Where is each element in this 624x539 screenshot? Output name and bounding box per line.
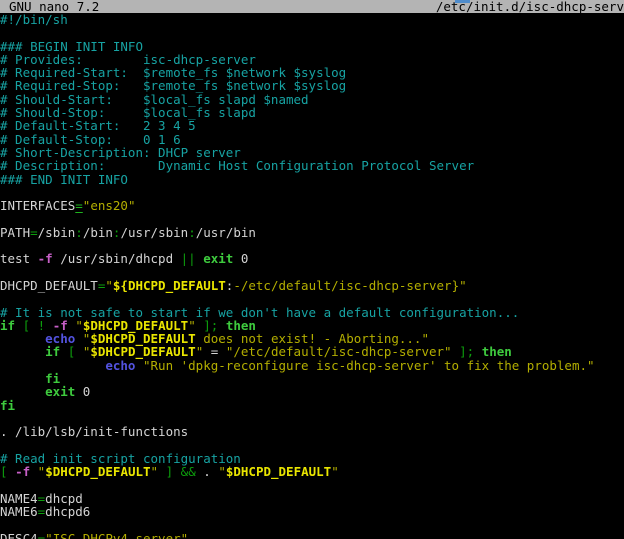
editor-line[interactable]: DESC4="ISC DHCPv4 server"	[0, 532, 624, 539]
editor-line[interactable]: # Required-Stop: $remote_fs $network $sy…	[0, 79, 624, 92]
editor-line[interactable]: [ -f "$DHCPD_DEFAULT" ] && . "$DHCPD_DEF…	[0, 465, 624, 478]
editor-line[interactable]	[0, 518, 624, 531]
editor-line[interactable]: # It is not safe to start if we don't ha…	[0, 306, 624, 319]
editor-line[interactable]	[0, 266, 624, 279]
editor-line[interactable]: if [ "$DHCPD_DEFAULT" = "/etc/default/is…	[0, 345, 624, 358]
editor-line[interactable]: test -f /usr/sbin/dhcpd || exit 0	[0, 252, 624, 265]
editor-line[interactable]: PATH=/sbin:/bin:/usr/sbin:/usr/bin	[0, 226, 624, 239]
editor-screen[interactable]: #!/bin/sh ### BEGIN INIT INFO# Provides: …	[0, 13, 624, 539]
editor-line[interactable]: # Should-Stop: $local_fs slapd	[0, 106, 624, 119]
editor-line[interactable]	[0, 26, 624, 39]
editor-line[interactable]: echo "Run 'dpkg-reconfigure isc-dhcp-ser…	[0, 359, 624, 372]
editor-line[interactable]	[0, 292, 624, 305]
editor-line[interactable]: # Should-Start: $local_fs slapd $named	[0, 93, 624, 106]
editor-line[interactable]	[0, 478, 624, 491]
editor-line[interactable]	[0, 439, 624, 452]
editor-line[interactable]: if [ ! -f "$DHCPD_DEFAULT" ]; then	[0, 319, 624, 332]
nano-version-label: GNU nano 7.2	[0, 0, 99, 13]
editor-line[interactable]: # Short-Description: DHCP server	[0, 146, 624, 159]
editor-line[interactable]: #!/bin/sh	[0, 13, 624, 26]
editor-line[interactable]: # Required-Start: $remote_fs $network $s…	[0, 66, 624, 79]
nano-editor-window: GNU nano 7.2 /etc/init.d/isc-dhcp-serv #…	[0, 0, 624, 539]
editor-line[interactable]: NAME4=dhcpd	[0, 492, 624, 505]
editor-line[interactable]: NAME6=dhcpd6	[0, 505, 624, 518]
editor-line[interactable]	[0, 186, 624, 199]
editor-line[interactable]: # Provides: isc-dhcp-server	[0, 53, 624, 66]
editor-line[interactable]: exit 0	[0, 385, 624, 398]
editor-line[interactable]: echo "$DHCPD_DEFAULT does not exist! - A…	[0, 332, 624, 345]
editor-line[interactable]: # Default-Stop: 0 1 6	[0, 133, 624, 146]
editor-line[interactable]: DHCPD_DEFAULT="${DHCPD_DEFAULT:-/etc/def…	[0, 279, 624, 292]
editor-line[interactable]: # Description: Dynamic Host Configuratio…	[0, 159, 624, 172]
editor-line[interactable]: fi	[0, 372, 624, 385]
editor-line[interactable]: fi	[0, 399, 624, 412]
nano-titlebar: GNU nano 7.2 /etc/init.d/isc-dhcp-serv	[0, 0, 624, 13]
editor-line[interactable]: # Default-Start: 2 3 4 5	[0, 119, 624, 132]
editor-line[interactable]	[0, 412, 624, 425]
editor-line[interactable]: . /lib/lsb/init-functions	[0, 425, 624, 438]
editor-line[interactable]	[0, 212, 624, 225]
editor-line[interactable]: INTERFACES="ens20"	[0, 199, 624, 212]
editor-line[interactable]: ### BEGIN INIT INFO	[0, 40, 624, 53]
editor-line[interactable]: # Read init script configuration	[0, 452, 624, 465]
selection-artifact	[455, 0, 470, 3]
editor-line[interactable]	[0, 239, 624, 252]
editor-line[interactable]: ### END INIT INFO	[0, 173, 624, 186]
